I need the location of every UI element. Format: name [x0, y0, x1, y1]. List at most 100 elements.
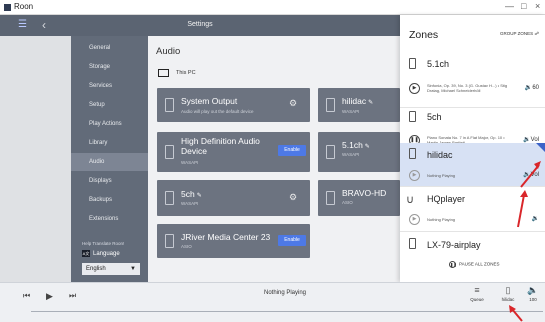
- zone-picker-button[interactable]: ▯ hilidac: [496, 285, 520, 302]
- volume-button[interactable]: 🔈 100: [525, 285, 541, 302]
- speaker-icon: [409, 58, 416, 69]
- device-card-jriver[interactable]: JRiver Media Center 23 ASIO Enable: [157, 224, 310, 258]
- now-playing-text: Sinfonia, Op. 39, No. 3 (G. Gustav H...)…: [427, 83, 508, 93]
- zone-lx-79-airplay[interactable]: LX-79-airplay: [400, 232, 545, 256]
- device-subtitle: ASIO: [342, 200, 353, 205]
- zones-title: Zones: [409, 29, 439, 41]
- sidebar-item-library[interactable]: Library: [71, 134, 148, 152]
- help-translate-link[interactable]: Help Translate Roon!: [82, 241, 124, 246]
- window-titlebar: Roon — □ ×: [0, 0, 545, 15]
- zone-5-1ch[interactable]: 5.1ch ▶ Sinfonia, Op. 39, No. 3 (G. Gust…: [400, 53, 545, 108]
- selected-corner-marker: [536, 143, 545, 152]
- device-name: 5ch ✎: [181, 189, 202, 199]
- zone-name: hilidac: [427, 150, 453, 160]
- zone-hilidac[interactable]: hilidac ▶ Nothing Playing 🔉Vol: [400, 143, 545, 187]
- volume-control[interactable]: 🔉60: [525, 84, 539, 91]
- queue-icon: ≡: [474, 285, 480, 295]
- enable-button[interactable]: Enable: [278, 145, 306, 156]
- sidebar-item-setup[interactable]: Setup: [71, 96, 148, 114]
- language-row: A文 Language: [82, 250, 120, 260]
- zone-name: 5ch: [427, 112, 442, 122]
- device-subtitle: Audio will play out the default device: [181, 109, 254, 114]
- speaker-icon: [165, 191, 174, 205]
- computer-icon: [158, 69, 169, 77]
- pencil-icon: ✎: [364, 144, 370, 150]
- seek-bar[interactable]: [31, 311, 543, 312]
- next-track-icon[interactable]: ⏭: [69, 291, 76, 301]
- page-title: Settings: [187, 21, 213, 28]
- device-subtitle: WASAPI: [181, 201, 199, 206]
- sidebar-item-extensions[interactable]: Extensions: [71, 210, 148, 228]
- this-pc-label: This PC: [176, 70, 196, 76]
- sidebar-item-play-actions[interactable]: Play Actions: [71, 115, 148, 133]
- zone-name: HQplayer: [427, 194, 466, 204]
- speaker-icon: [165, 234, 174, 248]
- group-zones-button[interactable]: GROUP ZONES ☍: [500, 31, 539, 37]
- gear-icon[interactable]: ⚙: [289, 192, 297, 203]
- play-icon[interactable]: ▶: [46, 291, 53, 302]
- device-name: hilidac ✎: [342, 96, 374, 106]
- settings-sidebar: General Storage Services Setup Play Acti…: [71, 36, 148, 282]
- hqplayer-icon: ∪: [406, 194, 415, 206]
- play-icon[interactable]: ▶: [409, 214, 420, 225]
- close-button[interactable]: ×: [535, 1, 540, 11]
- player-bar: ⏮ ▶ ⏭ Nothing Playing ≡ Queue ▯ hilidac 🔈 1…: [0, 282, 545, 322]
- language-value: English: [86, 266, 106, 272]
- device-card-hd-audio[interactable]: High Definition Audio Device WASAPI Enab…: [157, 132, 310, 172]
- device-card-system-output[interactable]: System Output Audio will play out the de…: [157, 88, 310, 122]
- play-icon[interactable]: ▶: [409, 83, 420, 94]
- pause-all-zones-button[interactable]: ❚❚ PAUSE ALL ZONES: [449, 261, 500, 268]
- speaker-icon: [326, 145, 335, 159]
- section-title: Audio: [156, 46, 181, 57]
- volume-control[interactable]: 🔉: [532, 215, 539, 222]
- zone-hqplayer[interactable]: ∪ HQplayer ▶ Nothing Playing 🔉: [400, 187, 545, 232]
- sidebar-item-backups[interactable]: Backups: [71, 191, 148, 209]
- now-playing-text: Nothing Playing: [427, 217, 456, 222]
- maximize-button[interactable]: □: [521, 1, 526, 11]
- speaker-icon: [409, 111, 416, 122]
- previous-track-icon[interactable]: ⏮: [23, 291, 30, 301]
- gear-icon[interactable]: ⚙: [289, 98, 297, 109]
- device-card-5-1ch[interactable]: 5.1ch ✎ WASAPI: [318, 132, 400, 172]
- zone-name: LX-79-airplay: [427, 240, 481, 250]
- volume-icon: 🔉: [523, 172, 531, 178]
- chevron-down-icon: ▼: [130, 266, 136, 272]
- device-name: JRiver Media Center 23: [181, 232, 271, 242]
- speaker-icon: [409, 238, 416, 249]
- device-subtitle: ASIO: [181, 244, 192, 249]
- device-subtitle: WASAPI: [342, 109, 360, 114]
- enable-button[interactable]: Enable: [278, 235, 306, 246]
- speaker-icon: [326, 98, 335, 112]
- device-card-5ch[interactable]: 5ch ✎ WASAPI ⚙: [157, 180, 310, 216]
- language-select[interactable]: English ▼: [82, 263, 140, 275]
- pause-icon: ❚❚: [449, 261, 457, 268]
- device-card-hilidac[interactable]: hilidac ✎ WASAPI: [318, 88, 400, 122]
- device-name: BRAVO-HD: [342, 188, 387, 198]
- sidebar-item-audio[interactable]: Audio: [71, 153, 148, 171]
- speaker-icon: [409, 148, 416, 159]
- device-subtitle: WASAPI: [342, 152, 360, 157]
- now-playing-label: Nothing Playing: [263, 290, 307, 296]
- minimize-button[interactable]: —: [505, 1, 514, 11]
- queue-button[interactable]: ≡ Queue: [467, 285, 487, 302]
- sidebar-item-storage[interactable]: Storage: [71, 58, 148, 76]
- speaker-icon: ▯: [505, 285, 511, 295]
- roon-logo-icon: [4, 4, 11, 11]
- device-name: 5.1ch ✎: [342, 140, 370, 150]
- volume-control[interactable]: 🔉Vol: [523, 136, 539, 143]
- settings-topbar: ☰ ‹ Settings: [0, 15, 400, 36]
- sidebar-item-displays[interactable]: Displays: [71, 172, 148, 190]
- device-subtitle: WASAPI: [181, 160, 199, 165]
- device-card-bravo-hd[interactable]: BRAVO-HD ASIO: [318, 180, 400, 216]
- now-playing-text: Nothing Playing: [427, 173, 456, 178]
- zones-panel: Zones GROUP ZONES ☍ 5.1ch ▶ Sinfonia, Op…: [400, 15, 545, 282]
- device-name: System Output: [181, 96, 238, 106]
- speaker-icon: [165, 145, 174, 159]
- sidebar-item-services[interactable]: Services: [71, 77, 148, 95]
- speaker-icon: [165, 98, 174, 112]
- sidebar-item-general[interactable]: General: [71, 39, 148, 57]
- play-icon[interactable]: ▶: [409, 170, 420, 181]
- volume-control[interactable]: 🔉Vol: [523, 171, 539, 178]
- volume-icon: 🔈: [527, 285, 539, 295]
- audio-settings-panel: Audio This PC System Output Audio will p…: [148, 36, 400, 282]
